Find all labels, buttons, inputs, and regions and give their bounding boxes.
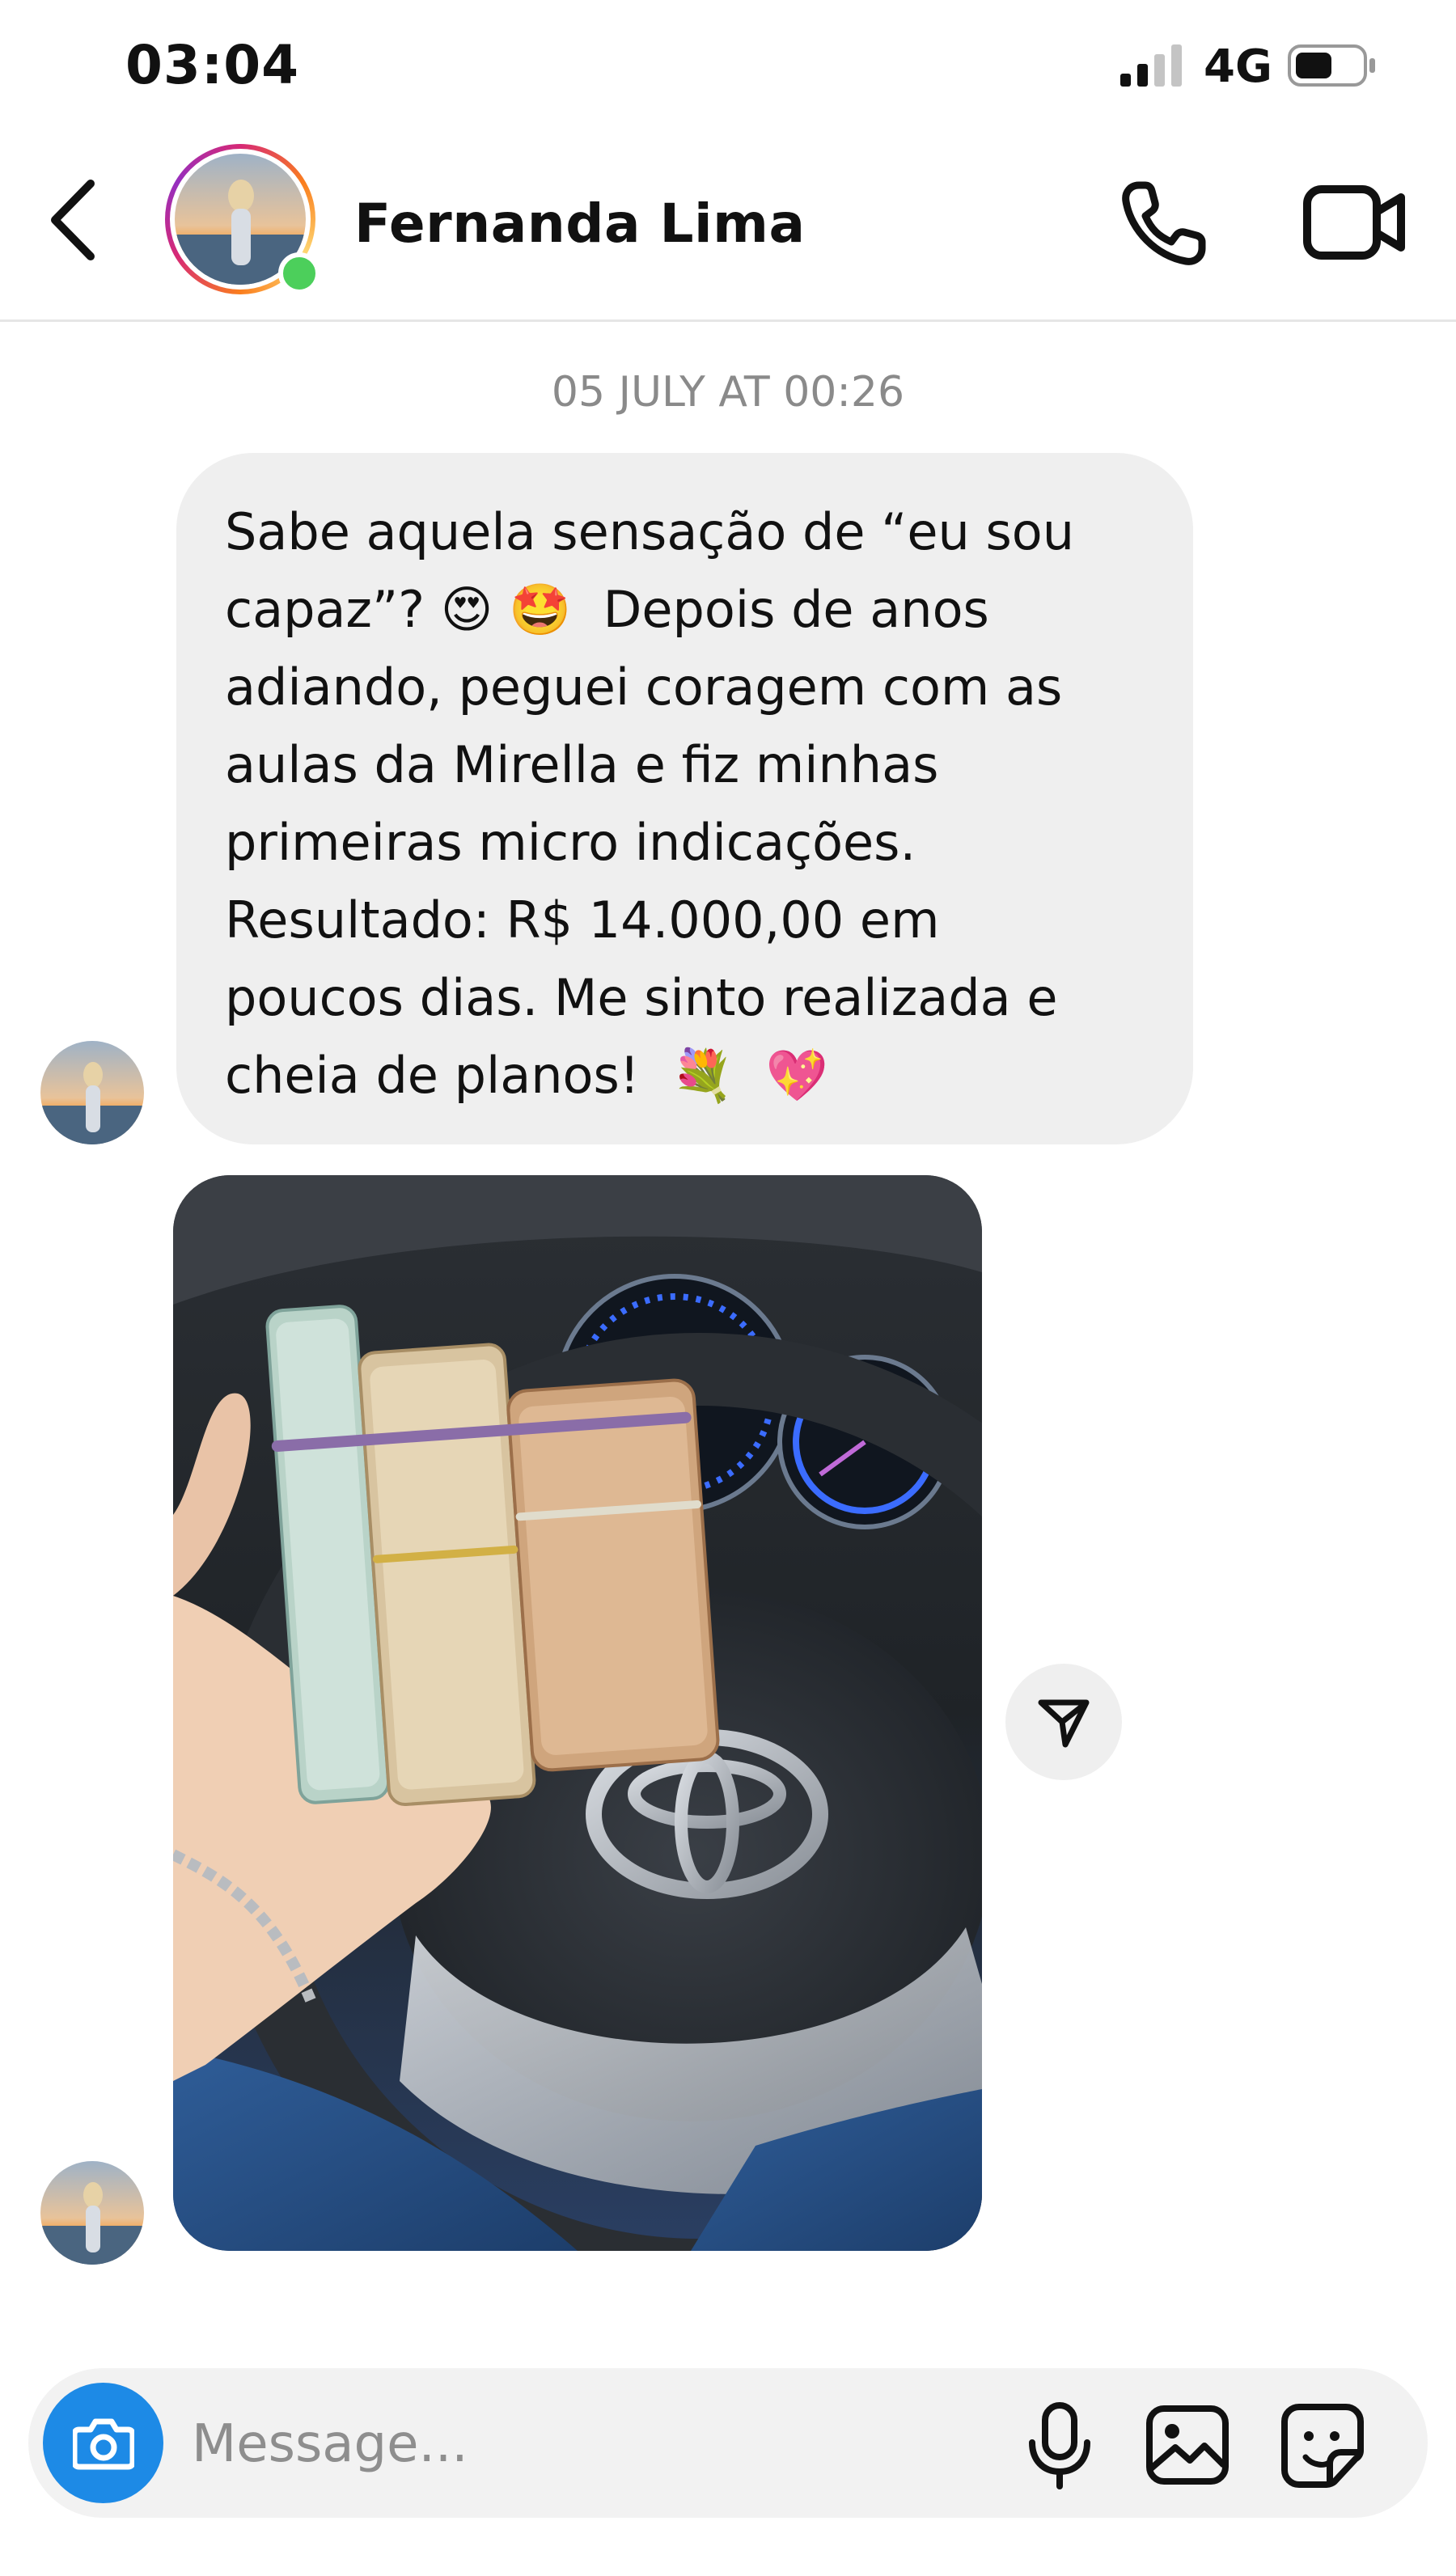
contact-avatar[interactable] [165, 144, 320, 294]
message-text: Sabe aquela sensação de “eu sou capaz”? … [225, 502, 1075, 1105]
share-button[interactable] [1005, 1664, 1122, 1780]
online-status-dot [278, 252, 320, 294]
message-bubble[interactable]: Sabe aquela sensação de “eu sou capaz”? … [176, 453, 1193, 1144]
message-composer [28, 2368, 1428, 2518]
camera-icon [73, 2418, 134, 2470]
image-icon[interactable] [1143, 2402, 1232, 2487]
status-bar: 03:04 4G [0, 0, 1456, 137]
photo-message[interactable] [173, 1175, 982, 2251]
sender-avatar[interactable] [40, 2161, 144, 2265]
avatar-photo [40, 2161, 144, 2265]
avatar-photo [40, 1041, 144, 1144]
chat-header: Fernanda Lima [0, 137, 1456, 322]
network-type: 4G [1204, 40, 1272, 93]
microphone-icon[interactable] [1019, 2400, 1100, 2489]
back-button[interactable] [40, 171, 113, 269]
cellular-signal-icon [1120, 44, 1182, 87]
phone-icon[interactable] [1116, 174, 1213, 271]
contact-name[interactable]: Fernanda Lima [354, 192, 805, 255]
sticker-icon[interactable] [1278, 2400, 1367, 2489]
camera-button[interactable] [43, 2383, 163, 2503]
send-icon [1038, 1699, 1090, 1748]
battery-icon [1288, 44, 1375, 87]
video-camera-icon[interactable] [1302, 178, 1407, 267]
status-time: 03:04 [125, 34, 300, 96]
sender-avatar[interactable] [40, 1041, 144, 1144]
message-input[interactable] [190, 2400, 970, 2487]
money-in-car-photo [173, 1175, 982, 2251]
date-separator: 05 JULY AT 00:26 [551, 368, 905, 417]
